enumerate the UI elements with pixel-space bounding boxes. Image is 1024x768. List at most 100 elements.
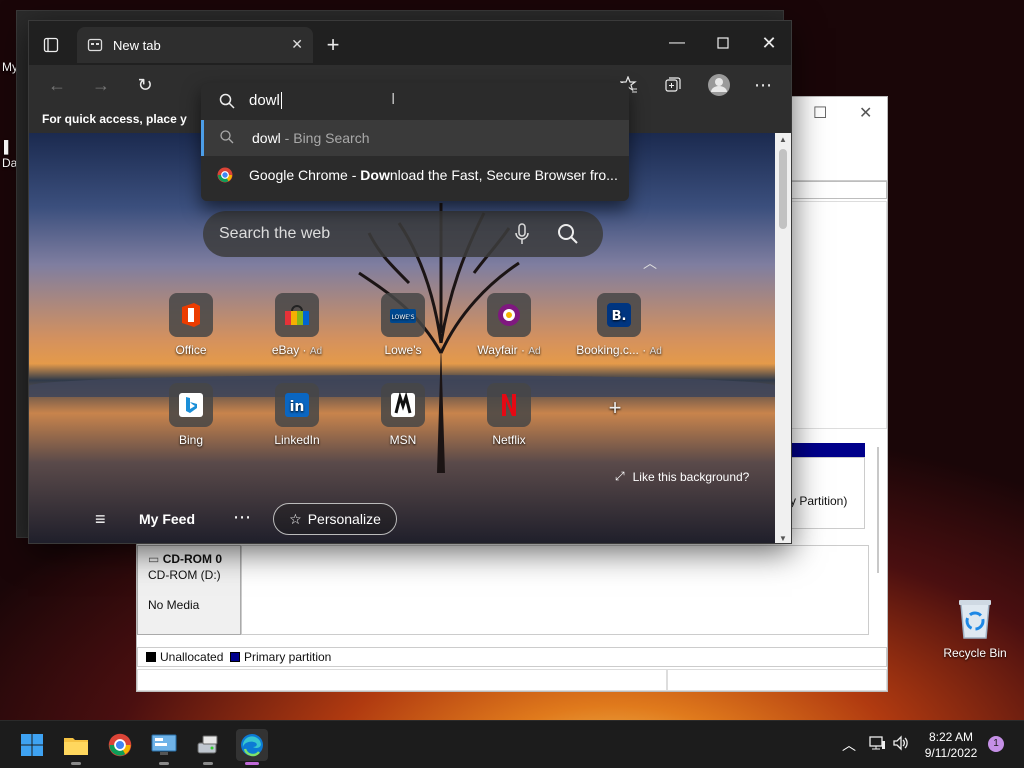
quick-link-wayfair[interactable]: Wayfair · Ad (469, 293, 549, 357)
close-icon[interactable]: ✕ (757, 31, 781, 55)
expand-icon: ⤢ (615, 469, 625, 483)
msn-icon (381, 383, 425, 427)
quick-link-label: LinkedIn (274, 433, 320, 447)
cdrom-drive: CD-ROM (D:) (148, 568, 221, 582)
quick-link-bing[interactable]: Bing (151, 383, 231, 447)
cdrom-volume[interactable] (241, 545, 869, 635)
profile-avatar-icon[interactable] (705, 71, 733, 99)
new-tab-page-icon (87, 37, 103, 56)
quick-link-lowes[interactable]: LOWE'S Lowe's (363, 293, 443, 357)
like-background-link[interactable]: ⤢ Like this background? (615, 469, 749, 484)
svg-text:in: in (290, 399, 305, 415)
quick-link-linkedin[interactable]: in LinkedIn (257, 383, 337, 447)
svg-text:LOWE'S: LOWE'S (391, 314, 414, 321)
personalize-label: Personalize (307, 511, 381, 527)
clock-time: 8:22 AM (928, 730, 974, 744)
quick-link-booking[interactable]: B. Booking.c... · Ad (575, 293, 663, 357)
partition-label: y Partition) (790, 494, 848, 508)
clock-date: 9/11/2022 (924, 746, 978, 760)
feed-more-icon[interactable]: ⋯ (233, 507, 251, 528)
folder-icon (64, 738, 88, 755)
quick-link-netflix[interactable]: Netflix (469, 383, 549, 447)
status-bar (137, 669, 667, 691)
suggestion-google-chrome[interactable]: Google Chrome - Download the Fast, Secur… (201, 157, 629, 193)
suggestion-source: - Bing Search (280, 130, 370, 146)
microphone-icon[interactable] (515, 223, 529, 250)
ebay-icon (275, 293, 319, 337)
query-text: dowl (249, 92, 280, 109)
quick-link-label: MSN (389, 433, 417, 447)
search-icon (220, 130, 234, 147)
recycle-bin[interactable]: Recycle Bin (940, 596, 1010, 660)
search-icon[interactable] (557, 223, 579, 250)
page-scrollbar[interactable]: ▲ ▼ (775, 133, 791, 543)
running-indicator (71, 762, 81, 765)
minimize-icon[interactable]: — (665, 31, 689, 55)
tab-new-tab[interactable]: New tab ✕ (77, 27, 313, 63)
my-feed-tab[interactable]: My Feed (139, 511, 195, 527)
tab-strip: New tab ✕ + — ✕ (29, 21, 791, 67)
quick-link-name: Booking.c... (576, 343, 639, 357)
linkedin-icon: in (275, 383, 319, 427)
personalize-button[interactable]: ☆ Personalize (273, 503, 397, 535)
network-icon[interactable] (868, 735, 886, 754)
running-indicator (203, 762, 213, 765)
netflix-icon (487, 383, 531, 427)
ad-badge: Ad (528, 346, 541, 357)
office-icon (169, 293, 213, 337)
column-header[interactable] (791, 181, 887, 199)
partition-block[interactable]: y Partition) (790, 457, 865, 529)
taskbar-file-explorer[interactable] (60, 729, 92, 765)
web-search-placeholder: Search the web (219, 225, 331, 242)
favorites-bar-hint: For quick access, place y (42, 112, 187, 126)
maximize-icon[interactable] (711, 31, 735, 55)
tab-title: New tab (113, 38, 161, 53)
taskbar-chrome[interactable] (104, 729, 136, 761)
cdrom-info[interactable]: ▭ CD-ROM 0 CD-ROM (D:) No Media (137, 545, 241, 635)
taskbar-edge[interactable] (236, 729, 268, 765)
hamburger-menu-icon[interactable]: ≡ (95, 509, 106, 530)
taskbar-disk-management[interactable] (192, 729, 224, 765)
scrollbar-thumb[interactable] (779, 149, 787, 229)
new-tab-icon[interactable]: + (321, 32, 345, 57)
address-bar-input[interactable]: dowl I (201, 83, 629, 119)
quick-link-ebay[interactable]: eBay · Ad (257, 293, 337, 357)
legend-unallocated: Unallocated (160, 650, 224, 664)
desktop-icon-marker: ▌ (4, 140, 13, 154)
volume-icon[interactable] (892, 734, 910, 755)
refresh-icon[interactable]: ↻ (133, 73, 157, 97)
quick-link-office[interactable]: Office (151, 293, 231, 357)
volume-list[interactable] (791, 201, 887, 429)
quick-link-msn[interactable]: MSN (363, 383, 443, 447)
text-caret (280, 92, 282, 109)
legend-primary: Primary partition (244, 650, 332, 664)
recycle-bin-label: Recycle Bin (943, 646, 1007, 660)
suggestion-match: Dow (360, 167, 390, 183)
clock[interactable]: 8:22 AM 9/11/2022 (920, 729, 982, 761)
start-button[interactable] (16, 729, 48, 761)
scrollbar[interactable] (877, 447, 879, 573)
scroll-down-icon[interactable]: ▼ (779, 534, 787, 543)
more-options-icon[interactable]: ⋯ (751, 73, 775, 97)
quick-link-name: Wayfair (477, 343, 518, 357)
notification-badge[interactable]: 1 (988, 736, 1004, 752)
back-icon[interactable]: ← (45, 73, 69, 97)
scroll-up-icon[interactable]: ▲ (779, 135, 787, 144)
ad-badge: Ad (649, 346, 662, 357)
personalize-star-icon: ☆ (289, 510, 302, 527)
tab-actions-icon[interactable] (41, 35, 61, 55)
maximize-icon[interactable]: ☐ (813, 103, 827, 123)
browser-window[interactable]: New tab ✕ + — ✕ ← → ↻ ⋯ For quick access… (28, 20, 792, 544)
show-hidden-icons-icon[interactable]: ︿ (842, 735, 856, 755)
close-icon[interactable]: ✕ (859, 103, 872, 123)
taskbar-control-panel[interactable] (148, 729, 180, 765)
web-search-box[interactable]: Search the web (203, 211, 603, 257)
collections-icon[interactable] (661, 73, 685, 97)
tab-close-icon[interactable]: ✕ (291, 36, 303, 53)
suggestion-bing-search[interactable]: dowl - Bing Search (201, 120, 629, 156)
suggestion-prefix: Google Chrome - (249, 167, 361, 183)
windows-icon (21, 734, 43, 756)
forward-icon[interactable]: → (89, 73, 113, 97)
add-site-icon[interactable]: + (575, 395, 655, 421)
collapse-icon[interactable]: ︿ (643, 253, 657, 273)
